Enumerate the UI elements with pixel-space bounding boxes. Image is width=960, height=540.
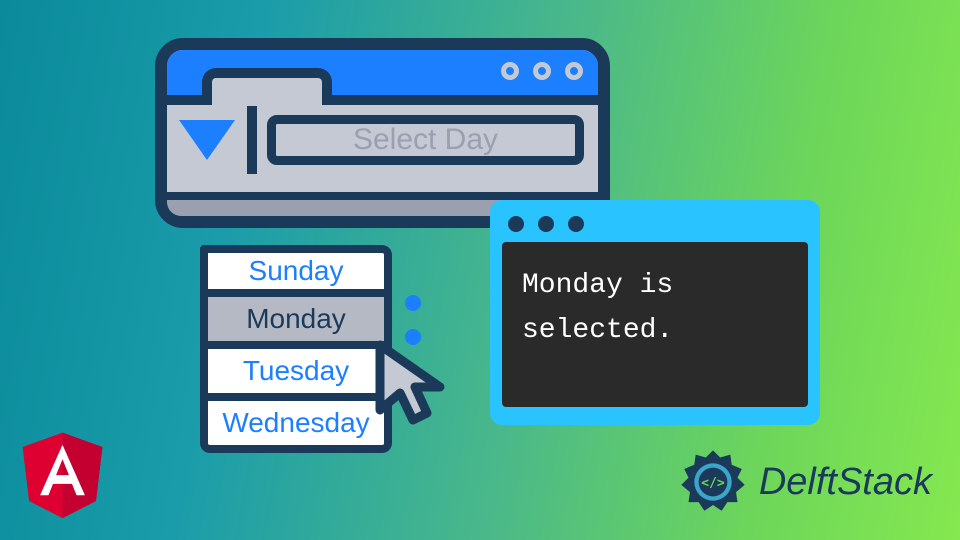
toolbar-row: Select Day	[167, 105, 598, 175]
triangle-down-icon	[179, 120, 235, 160]
dropdown-option-tuesday[interactable]: Tuesday	[200, 349, 392, 401]
svg-text:</>: </>	[701, 476, 725, 491]
delftstack-branding: </> DelftStack	[677, 446, 932, 518]
dropdown-option-sunday[interactable]: Sunday	[200, 245, 392, 297]
window-dot-icon	[501, 62, 519, 80]
dropdown-toggle-button[interactable]	[167, 106, 257, 174]
window-dot-icon	[565, 62, 583, 80]
window-dot-icon	[533, 62, 551, 80]
dot-icon	[405, 295, 421, 311]
delftstack-logo-icon: </>	[677, 446, 749, 518]
cursor-arrow-icon	[365, 335, 465, 435]
terminal-dot-icon	[508, 216, 524, 232]
terminal-dots	[502, 212, 808, 242]
terminal-output: Monday is selected.	[502, 242, 808, 407]
terminal-dot-icon	[568, 216, 584, 232]
angular-logo-icon	[15, 425, 110, 525]
terminal-dot-icon	[538, 216, 554, 232]
titlebar	[167, 50, 598, 105]
select-placeholder[interactable]: Select Day	[267, 115, 584, 165]
window-controls[interactable]	[501, 62, 583, 80]
terminal-window: Monday is selected.	[490, 200, 820, 425]
site-name-label: DelftStack	[759, 461, 932, 504]
dropdown-options-list: Sunday Monday Tuesday Wednesday	[200, 245, 392, 453]
dropdown-option-monday[interactable]: Monday	[200, 297, 392, 349]
dropdown-option-wednesday[interactable]: Wednesday	[200, 401, 392, 453]
browser-tab[interactable]	[202, 68, 332, 105]
